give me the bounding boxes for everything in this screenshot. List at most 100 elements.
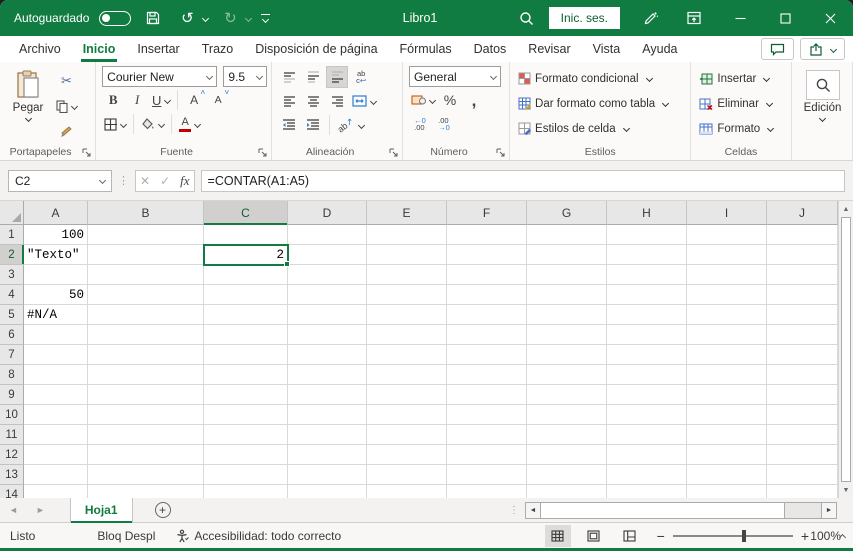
insert-function-button[interactable]: fx <box>180 173 189 189</box>
cell-D12[interactable] <box>288 445 367 465</box>
cell-E9[interactable] <box>367 385 447 405</box>
cell-C8[interactable] <box>204 365 288 385</box>
horizontal-scroll-track[interactable] <box>785 501 821 519</box>
cell-G8[interactable] <box>527 365 607 385</box>
name-box[interactable]: C2 <box>8 169 112 192</box>
cell-B7[interactable] <box>88 345 204 365</box>
cell-C3[interactable] <box>204 265 288 285</box>
minimize-button[interactable] <box>718 0 763 36</box>
decrease-decimal-button[interactable]: .00 →0 <box>433 113 455 135</box>
italic-button[interactable]: I <box>126 89 148 111</box>
cell-F8[interactable] <box>447 365 527 385</box>
increase-decimal-button[interactable]: ←0.00 <box>409 113 431 135</box>
cell-H7[interactable] <box>607 345 687 365</box>
cell-E13[interactable] <box>367 465 447 485</box>
cell-J2[interactable] <box>767 245 838 265</box>
font-color-button[interactable]: A <box>177 113 202 135</box>
cell-I8[interactable] <box>687 365 767 385</box>
cell-E6[interactable] <box>367 325 447 345</box>
borders-button[interactable] <box>102 113 128 135</box>
collapse-ribbon-button[interactable] <box>836 527 847 545</box>
cell-E2[interactable] <box>367 245 447 265</box>
cell-G5[interactable] <box>527 305 607 325</box>
cell-A9[interactable] <box>24 385 88 405</box>
increase-font-button[interactable]: A ˄ <box>183 88 205 111</box>
cell-I6[interactable] <box>687 325 767 345</box>
cell-A4[interactable]: 50 <box>24 285 88 305</box>
cell-C1[interactable] <box>204 225 288 245</box>
comments-button[interactable] <box>761 38 794 60</box>
cell-A2[interactable]: "Texto" <box>24 245 88 265</box>
format-as-table-button[interactable]: Dar formato como tabla <box>516 93 686 114</box>
cell-D6[interactable] <box>288 325 367 345</box>
cell-C14[interactable] <box>204 485 288 498</box>
cancel-button[interactable]: ✕ <box>140 174 150 188</box>
paste-button[interactable]: Pegar <box>6 66 50 142</box>
row-header-5[interactable]: 5 <box>0 305 24 325</box>
tab-vista[interactable]: Vista <box>582 36 632 62</box>
cell-D4[interactable] <box>288 285 367 305</box>
cell-F7[interactable] <box>447 345 527 365</box>
cell-D7[interactable] <box>288 345 367 365</box>
cell-A11[interactable] <box>24 425 88 445</box>
cell-G10[interactable] <box>527 405 607 425</box>
formula-input[interactable]: =CONTAR(A1:A5) <box>200 169 845 192</box>
orientation-button[interactable]: ab↗ <box>335 114 366 136</box>
autosave-toggle[interactable] <box>99 10 132 26</box>
cell-J6[interactable] <box>767 325 838 345</box>
cell-H12[interactable] <box>607 445 687 465</box>
tab-insertar[interactable]: Insertar <box>126 36 190 62</box>
pen-sparkle-icon[interactable] <box>638 6 662 30</box>
cell-A13[interactable] <box>24 465 88 485</box>
cell-J10[interactable] <box>767 405 838 425</box>
row-header-8[interactable]: 8 <box>0 365 24 385</box>
row-header-13[interactable]: 13 <box>0 465 24 485</box>
cell-E10[interactable] <box>367 405 447 425</box>
enter-button[interactable]: ✓ <box>160 174 170 188</box>
cell-J8[interactable] <box>767 365 838 385</box>
cell-I2[interactable] <box>687 245 767 265</box>
scroll-up-icon[interactable]: ▲ <box>839 201 853 217</box>
cell-F6[interactable] <box>447 325 527 345</box>
undo-button[interactable]: ↺ <box>175 6 210 30</box>
font-dialog-launcher[interactable] <box>258 148 267 157</box>
column-header-H[interactable]: H <box>607 201 687 225</box>
close-button[interactable] <box>808 0 853 36</box>
comma-style-button[interactable]: , <box>463 89 485 111</box>
cell-G14[interactable] <box>527 485 607 498</box>
scroll-down-icon[interactable]: ▼ <box>839 482 853 498</box>
alignment-dialog-launcher[interactable] <box>389 148 398 157</box>
cell-C6[interactable] <box>204 325 288 345</box>
select-all-button[interactable] <box>0 201 24 225</box>
next-sheet-button[interactable]: ► <box>27 505 54 515</box>
decrease-font-button[interactable]: A ˅ <box>207 88 230 111</box>
sign-in-button[interactable]: Inic. ses. <box>548 7 620 29</box>
cell-J5[interactable] <box>767 305 838 325</box>
fill-color-button[interactable] <box>139 113 166 135</box>
cell-F13[interactable] <box>447 465 527 485</box>
cell-J7[interactable] <box>767 345 838 365</box>
add-sheet-button[interactable]: + <box>154 502 171 518</box>
cell-D9[interactable] <box>288 385 367 405</box>
tab-ayuda[interactable]: Ayuda <box>631 36 688 62</box>
cell-E1[interactable] <box>367 225 447 245</box>
row-header-1[interactable]: 1 <box>0 225 24 245</box>
tab-revisar[interactable]: Revisar <box>517 36 581 62</box>
column-header-A[interactable]: A <box>24 201 88 225</box>
tab-trazo[interactable]: Trazo <box>191 36 245 62</box>
cell-G13[interactable] <box>527 465 607 485</box>
cell-I4[interactable] <box>687 285 767 305</box>
cell-I13[interactable] <box>687 465 767 485</box>
cell-D13[interactable] <box>288 465 367 485</box>
cell-E3[interactable] <box>367 265 447 285</box>
zoom-out-button[interactable]: − <box>657 528 665 544</box>
cell-H5[interactable] <box>607 305 687 325</box>
search-icon[interactable] <box>515 6 539 30</box>
cell-B9[interactable] <box>88 385 204 405</box>
column-header-G[interactable]: G <box>527 201 607 225</box>
cell-C11[interactable] <box>204 425 288 445</box>
cell-J12[interactable] <box>767 445 838 465</box>
cell-D11[interactable] <box>288 425 367 445</box>
cell-B10[interactable] <box>88 405 204 425</box>
cell-I9[interactable] <box>687 385 767 405</box>
